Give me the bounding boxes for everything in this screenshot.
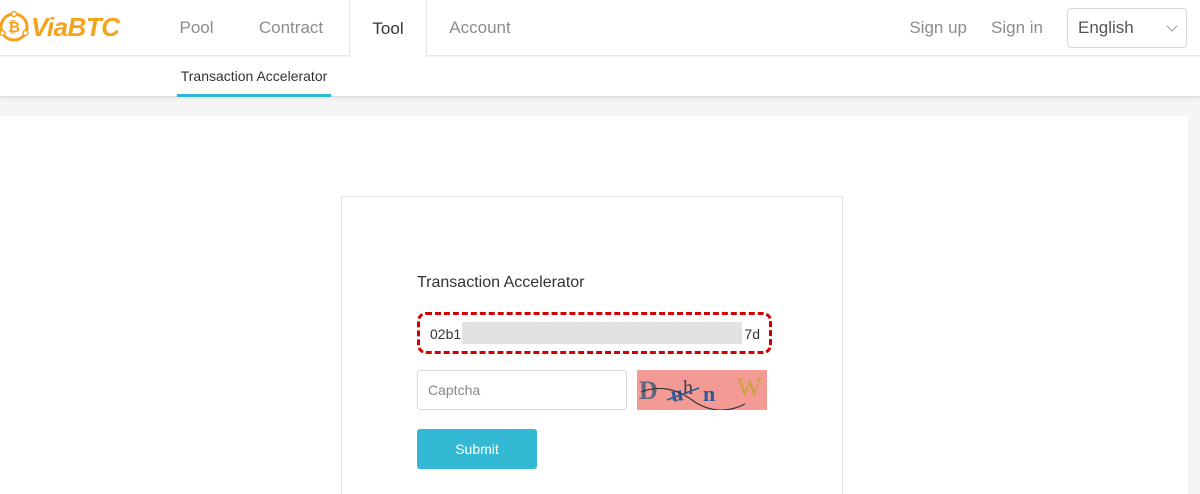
sub-navbar: Transaction Accelerator (0, 57, 1200, 97)
sign-up-link[interactable]: Sign up (909, 18, 967, 38)
nav-item-tool[interactable]: Tool (349, 0, 427, 57)
svg-text:₿: ₿ (8, 19, 20, 36)
bitcoin-logo-icon: ₿ (0, 11, 29, 42)
nav-item-account[interactable]: Account (427, 0, 533, 56)
sign-in-link[interactable]: Sign in (991, 18, 1043, 38)
svg-text:W: W (737, 373, 762, 402)
svg-text:n: n (703, 381, 715, 406)
form-title: Transaction Accelerator (417, 274, 585, 291)
submit-button[interactable]: Submit (417, 429, 537, 469)
txid-redaction (462, 322, 742, 344)
nav-item-pool[interactable]: Pool (160, 0, 233, 56)
chevron-down-icon (1166, 20, 1178, 32)
nav-item-contract[interactable]: Contract (233, 0, 349, 56)
accelerator-form-card: Transaction Accelerator 02b1 7d D u h n … (341, 196, 843, 494)
svg-text:D: D (639, 376, 658, 405)
tab-transaction-accelerator[interactable]: Transaction Accelerator (177, 57, 331, 97)
brand-name: ViaBTC (31, 11, 120, 42)
captcha-image[interactable]: D u h n W (637, 370, 767, 410)
txid-highlight: 02b1 7d (417, 312, 772, 354)
top-navbar: ₿ ViaBTC Pool Contract Tool Account Sign… (0, 0, 1200, 57)
captcha-input[interactable] (417, 370, 627, 410)
content-panel: Transaction Accelerator 02b1 7d D u h n … (0, 116, 1188, 494)
viabtc-logo[interactable]: ₿ ViaBTC (0, 8, 120, 46)
main-nav: Pool Contract Tool Account (160, 0, 533, 57)
language-select[interactable]: English (1067, 8, 1187, 48)
language-selected-value: English (1078, 18, 1134, 37)
account-links: Sign up Sign in English (909, 0, 1200, 56)
